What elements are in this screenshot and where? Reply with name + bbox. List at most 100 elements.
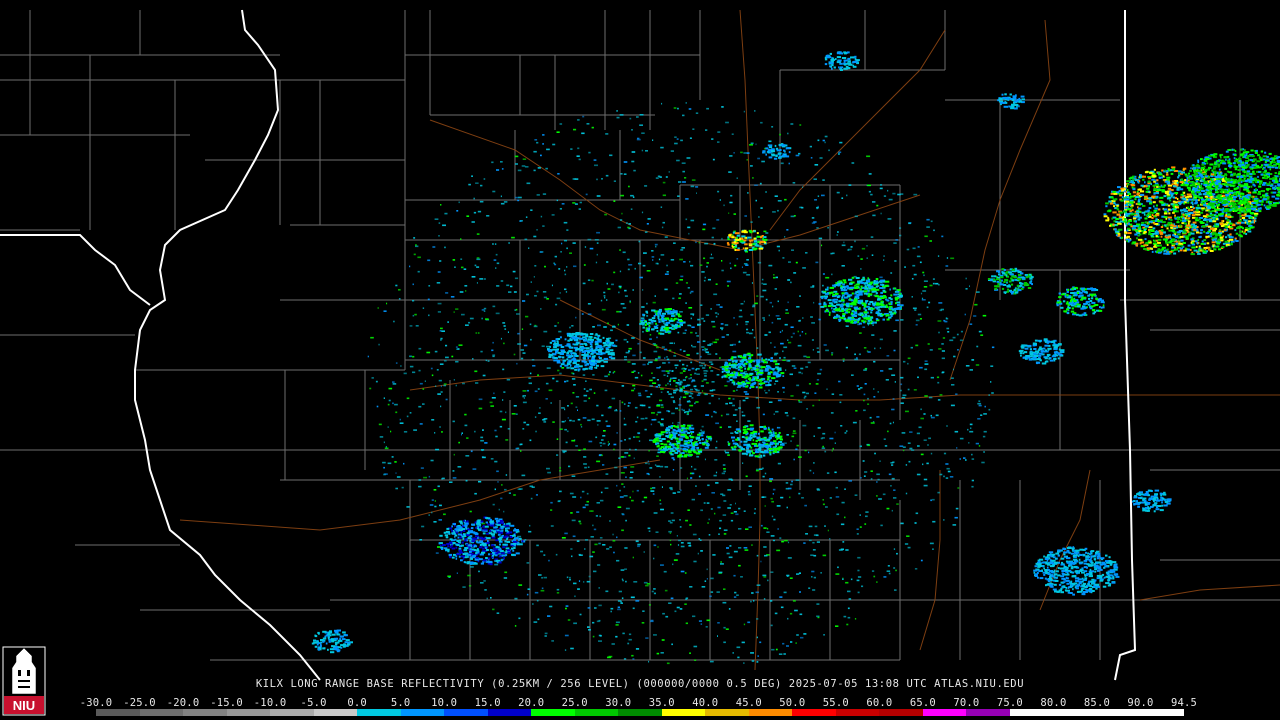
echo-pixel	[589, 247, 594, 250]
echo-pixel	[590, 360, 596, 362]
echo-pixel	[877, 314, 880, 317]
echo-pixel	[672, 370, 674, 372]
echo-pixel	[927, 343, 930, 345]
echo-pixel	[626, 324, 630, 326]
echo-pixel	[613, 370, 616, 373]
echo-pixel	[495, 312, 500, 315]
echo-pixel	[758, 216, 760, 218]
echo-pixel	[941, 343, 944, 345]
echo-pixel	[680, 467, 683, 469]
echo-pixel	[680, 275, 684, 278]
echo-pixel	[458, 547, 462, 550]
echo-pixel	[752, 439, 755, 442]
echo-pixel	[736, 258, 739, 260]
echo-pixel	[573, 384, 576, 386]
echo-pixel	[664, 589, 668, 592]
echo-pixel	[558, 355, 561, 358]
echo-pixel	[630, 471, 634, 473]
echo-pixel	[664, 357, 666, 359]
echo-pixel	[668, 530, 672, 533]
echo-pixel	[572, 420, 575, 422]
echo-pixel	[896, 301, 900, 304]
echo-pixel	[873, 575, 876, 578]
echo-pixel	[775, 435, 777, 438]
echo-pixel	[778, 653, 783, 655]
echo-pixel	[749, 372, 754, 375]
echo-pixel	[728, 212, 730, 214]
echo-pixel	[475, 382, 479, 384]
echo-pixel	[838, 307, 841, 310]
echo-pixel	[675, 382, 678, 384]
echo-pixel	[816, 379, 820, 381]
echo-pixel	[687, 412, 689, 415]
echo-pixel	[568, 349, 571, 352]
echo-pixel	[704, 458, 706, 461]
echo-pixel	[556, 342, 559, 345]
echo-pixel	[575, 355, 579, 357]
echo-pixel	[861, 319, 864, 322]
echo-pixel	[597, 360, 602, 363]
echo-pixel	[822, 432, 826, 435]
echo-pixel	[743, 300, 745, 303]
echo-pixel	[817, 139, 820, 142]
echo-pixel	[550, 525, 554, 527]
echo-pixel	[464, 285, 468, 287]
echo-pixel	[603, 430, 606, 432]
echo-pixel	[734, 591, 737, 594]
echo-pixel	[866, 155, 871, 158]
echo-pixel	[690, 185, 695, 188]
echo-pixel	[403, 372, 407, 375]
echo-pixel	[746, 159, 748, 161]
echo-pixel	[643, 551, 645, 553]
echo-pixel	[442, 224, 446, 227]
echo-pixel	[869, 416, 872, 419]
echo-pixel	[900, 522, 904, 525]
echo-pixel	[655, 386, 658, 388]
echo-pixel	[749, 144, 753, 146]
echo-pixel	[734, 232, 740, 235]
echo-pixel	[585, 380, 587, 382]
echo-pixel	[673, 380, 676, 382]
echo-pixel	[888, 473, 892, 476]
echo-pixel	[795, 448, 798, 451]
echo-pixel	[598, 640, 602, 642]
echo-pixel	[695, 112, 699, 114]
echo-pixel	[766, 438, 771, 441]
echo-pixel	[767, 358, 770, 361]
echo-pixel	[663, 374, 666, 376]
echo-pixel	[676, 440, 681, 443]
echo-pixel	[614, 409, 618, 412]
echo-pixel	[489, 520, 494, 523]
echo-pixel	[542, 143, 544, 145]
echo-pixel	[732, 442, 737, 445]
echo-pixel	[743, 443, 747, 446]
echo-pixel	[492, 305, 496, 308]
echo-pixel	[526, 593, 529, 596]
echo-pixel	[773, 413, 775, 415]
echo-pixel	[924, 368, 928, 371]
echo-pixel	[572, 178, 576, 180]
echo-pixel	[567, 405, 569, 407]
echo-pixel	[797, 330, 799, 333]
echo-pixel	[841, 265, 845, 267]
echo-pixel	[789, 612, 793, 615]
echo-pixel	[413, 253, 416, 256]
echo-pixel	[661, 318, 665, 321]
echo-pixel	[493, 392, 495, 395]
echo-pixel	[753, 600, 755, 602]
echo-pixel	[879, 347, 882, 349]
echo-pixel	[451, 556, 455, 559]
echo-pixel	[723, 529, 728, 531]
echo-pixel	[659, 329, 664, 332]
echo-pixel	[654, 243, 658, 246]
echo-pixel	[628, 350, 631, 352]
echo-pixel	[566, 430, 569, 433]
echo-pixel	[586, 363, 590, 366]
echo-pixel	[691, 326, 695, 328]
echo-pixel	[587, 626, 590, 628]
echo-pixel	[969, 285, 970, 287]
echo-pixel	[646, 330, 649, 332]
echo-pixel	[621, 385, 625, 387]
echo-pixel	[617, 608, 621, 611]
echo-pixel	[908, 222, 911, 225]
